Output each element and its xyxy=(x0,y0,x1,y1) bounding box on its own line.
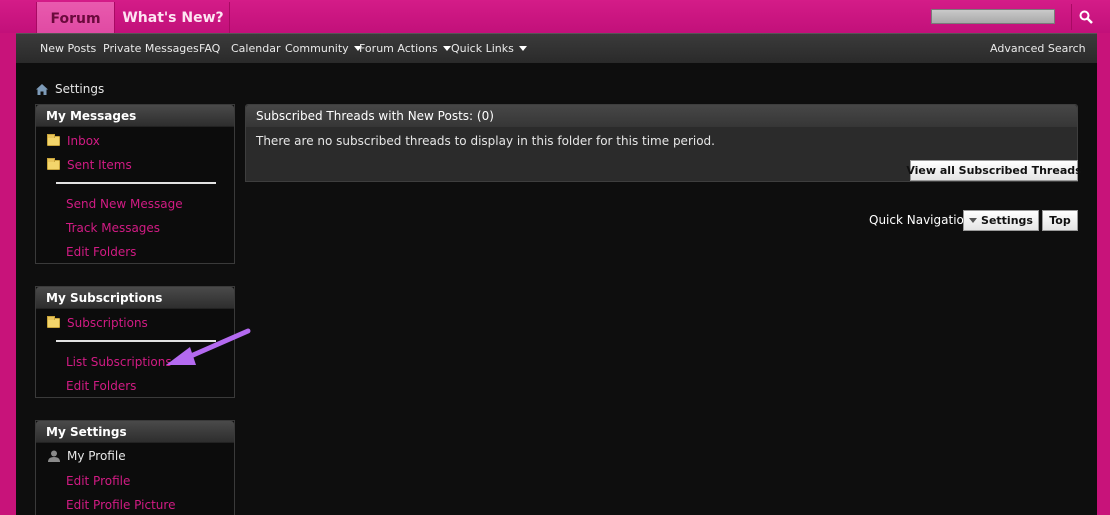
tab-forum[interactable]: Forum xyxy=(36,2,115,33)
sidebar-item-subscriptions[interactable]: Subscriptions xyxy=(36,314,148,332)
nav-calendar[interactable]: Calendar xyxy=(231,42,280,55)
chevron-down-icon xyxy=(969,218,978,223)
sidebar-item-sent-items[interactable]: Sent Items xyxy=(36,156,132,174)
folder-icon xyxy=(47,158,60,170)
quick-navigation-select[interactable]: Settings xyxy=(963,210,1039,231)
top-header: Forum What's New? xyxy=(0,0,1110,33)
nav-quick-links-label: Quick Links xyxy=(451,42,514,55)
sidebar-item-send-new-message[interactable]: Send New Message xyxy=(36,195,183,213)
my-messages-title: My Messages xyxy=(36,105,234,127)
quick-navigation-label: Quick Navigation xyxy=(869,213,972,227)
nav-new-posts[interactable]: New Posts xyxy=(40,42,96,55)
sidebar-item-track-messages[interactable]: Track Messages xyxy=(36,219,160,237)
nav-faq[interactable]: FAQ xyxy=(199,42,220,55)
sidebar-item-label: My Profile xyxy=(67,449,126,463)
sidebar-item-label: Inbox xyxy=(67,134,100,148)
my-settings-title: My Settings xyxy=(36,421,234,443)
sidebar-item-my-profile: My Profile xyxy=(36,447,126,465)
sidebar-item-edit-folders[interactable]: Edit Folders xyxy=(36,377,136,395)
sidebar-item-label: Subscriptions xyxy=(67,316,148,330)
sidebar-item-label: Sent Items xyxy=(67,158,132,172)
folder-icon xyxy=(47,316,60,328)
view-all-subscribed-threads-button[interactable]: View all Subscribed Threads xyxy=(906,160,1082,181)
quick-navigation-value: Settings xyxy=(981,214,1033,227)
nav-community[interactable]: Community xyxy=(285,42,362,55)
search-button[interactable] xyxy=(1071,4,1099,30)
chevron-down-icon xyxy=(442,46,451,51)
folder-icon xyxy=(47,134,60,146)
tab-whats-new[interactable]: What's New? xyxy=(117,2,230,33)
sidebar-item-edit-profile[interactable]: Edit Profile xyxy=(36,472,130,490)
annotation-arrow xyxy=(166,328,251,365)
nav-forum-actions[interactable]: Forum Actions xyxy=(359,42,451,55)
search-icon xyxy=(1079,10,1093,24)
breadcrumb-current: Settings xyxy=(55,82,105,96)
nav-advanced-search[interactable]: Advanced Search xyxy=(990,42,1086,55)
breadcrumb: Settings xyxy=(36,82,104,96)
search-input[interactable] xyxy=(931,9,1055,24)
top-button[interactable]: Top xyxy=(1042,210,1078,231)
nav-quick-links[interactable]: Quick Links xyxy=(451,42,527,55)
panel-title: Subscribed Threads with New Posts: (0) xyxy=(246,105,1077,127)
sidebar-item-edit-profile-picture[interactable]: Edit Profile Picture xyxy=(36,496,175,514)
divider xyxy=(56,182,216,184)
home-icon[interactable] xyxy=(36,83,48,95)
sidebar-item-list-subscriptions[interactable]: List Subscriptions xyxy=(36,353,172,371)
chevron-down-icon xyxy=(518,46,527,51)
sidebar-item-inbox[interactable]: Inbox xyxy=(36,132,100,150)
sidebar-item-edit-folders[interactable]: Edit Folders xyxy=(36,243,136,261)
my-messages-block: My Messages Inbox Sent Items Send New Me… xyxy=(35,104,235,264)
empty-message: There are no subscribed threads to displ… xyxy=(256,134,715,148)
my-subscriptions-title: My Subscriptions xyxy=(36,287,234,309)
nav-community-label: Community xyxy=(285,42,349,55)
navbar: New Posts Private Messages FAQ Calendar … xyxy=(16,33,1097,63)
nav-private-messages[interactable]: Private Messages xyxy=(103,42,199,55)
person-icon xyxy=(48,450,60,462)
nav-forum-actions-label: Forum Actions xyxy=(359,42,438,55)
my-settings-block: My Settings My Profile Edit Profile Edit… xyxy=(35,420,235,515)
